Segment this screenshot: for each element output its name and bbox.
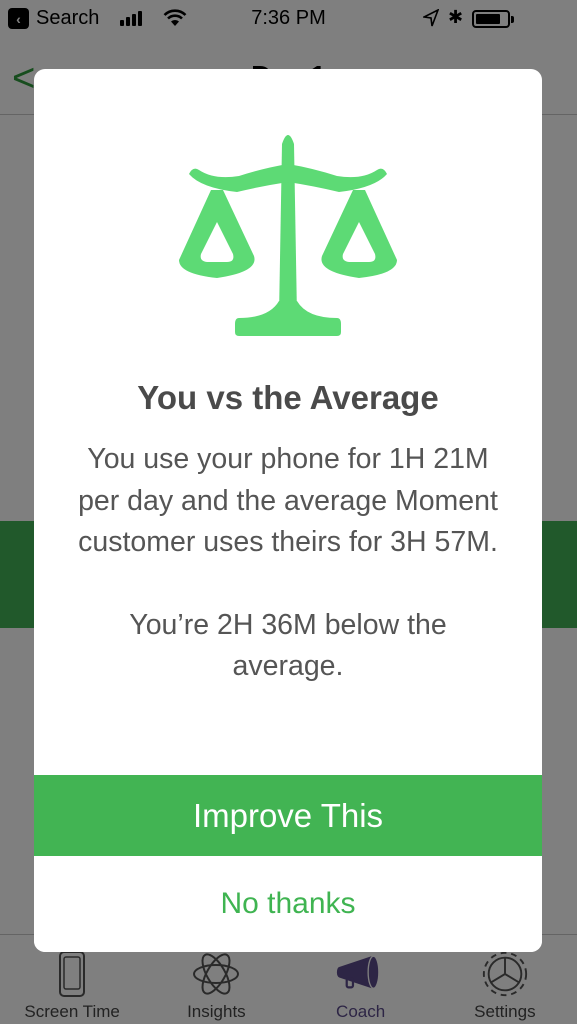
usage-comparison-text: You use your phone for 1H 21M per day an… [78,443,498,558]
improve-this-button[interactable]: Improve This [34,775,542,856]
difference-text: You’re 2H 36M below the average. [129,608,447,683]
no-thanks-button[interactable]: No thanks [34,856,542,952]
dialog-body: You use your phone for 1H 21M per day an… [74,439,502,688]
comparison-dialog: You vs the Average You use your phone fo… [34,69,542,952]
dialog-title: You vs the Average [137,379,439,416]
scales-icon [179,135,397,336]
